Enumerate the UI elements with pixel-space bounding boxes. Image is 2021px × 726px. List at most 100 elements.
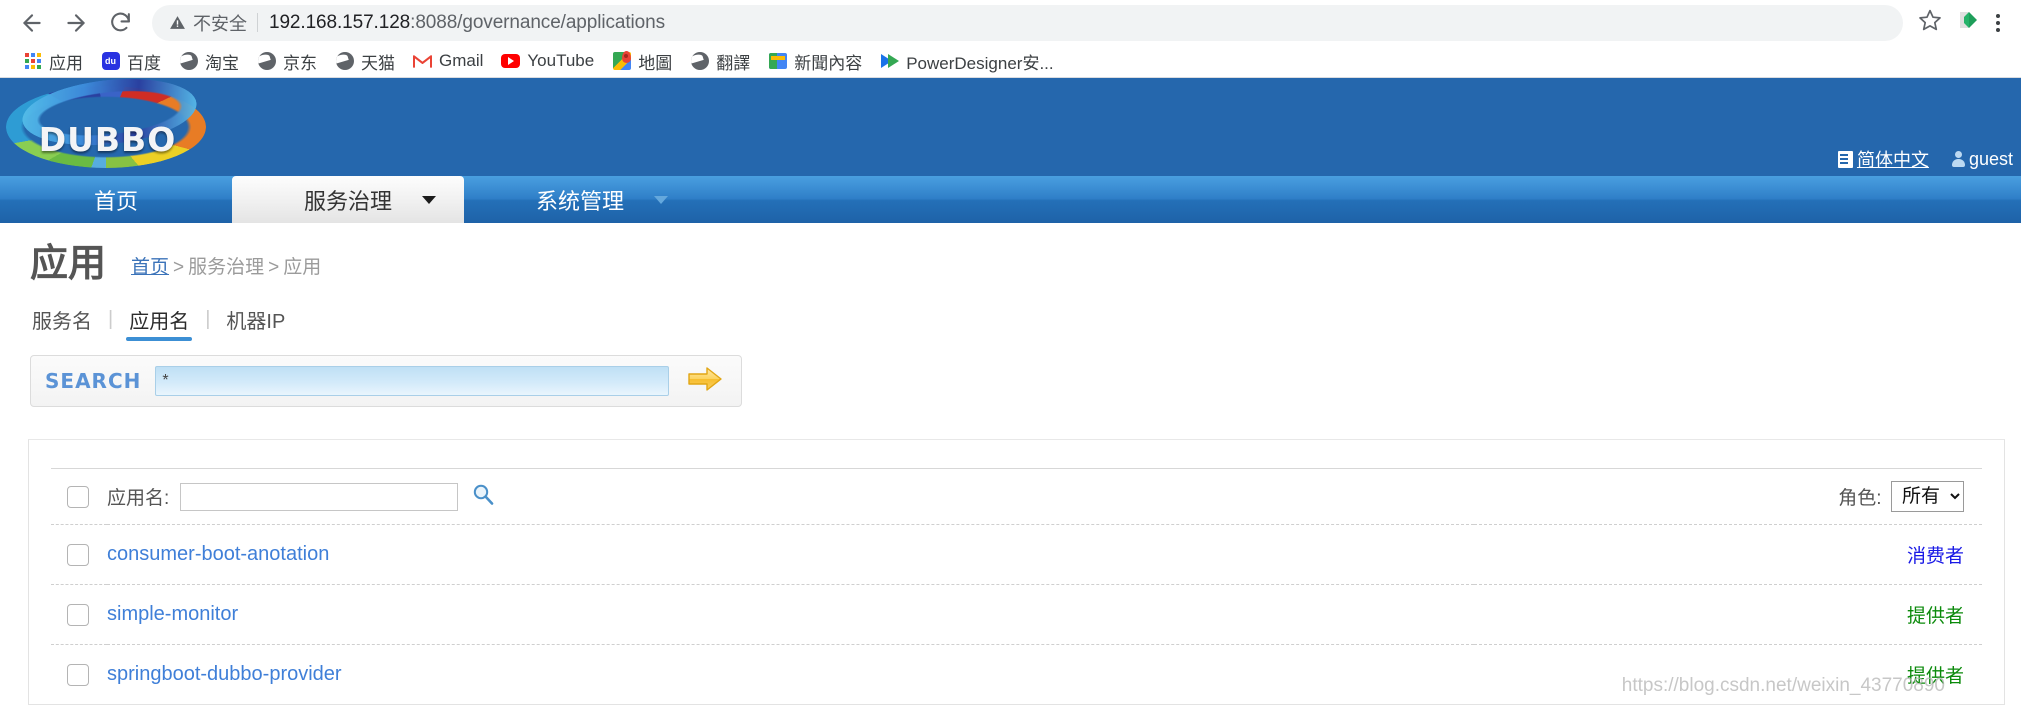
table-header-checkbox-cell	[51, 468, 107, 525]
row-checkbox-cell	[51, 524, 107, 585]
bookmark-label: 百度	[127, 53, 161, 73]
subtab-label: 服务名	[32, 311, 92, 333]
search-input[interactable]	[155, 366, 669, 396]
address-bar[interactable]: 不安全 192.168.157.128:8088/governance/appl…	[152, 4, 1903, 41]
page-header: 应用 首页 > 服务治理 > 应用	[0, 223, 2021, 283]
nav-tab-home[interactable]: 首页	[0, 176, 232, 223]
baidu-icon: du	[101, 52, 120, 71]
bookmark-powerdesigner[interactable]: PowerDesigner安...	[871, 47, 1062, 75]
application-link[interactable]: consumer-boot-anotation	[107, 543, 329, 565]
search-panel: SEARCH	[30, 355, 742, 407]
logo-text: DUBBO	[38, 120, 177, 159]
address-bar-divider	[257, 13, 258, 32]
subtab-machine-ip[interactable]: 机器IP	[212, 305, 299, 341]
role-badge: 提供者	[1906, 606, 1964, 627]
nav-tab-service-governance[interactable]: 服务治理	[232, 176, 464, 223]
row-role-cell: 提供者	[1474, 584, 1982, 645]
row-checkbox[interactable]	[67, 543, 89, 566]
forward-button[interactable]	[54, 1, 98, 45]
bookmark-label: 淘宝	[205, 53, 239, 73]
breadcrumb: 首页 > 服务治理 > 应用	[131, 252, 321, 283]
row-name-cell: simple-monitor	[107, 584, 1475, 645]
subtab-service-name[interactable]: 服务名	[30, 305, 106, 341]
applications-table: 应用名: 角色: 所有 consumer-boot-anotation 消费者 …	[51, 468, 1982, 704]
bookmark-taobao[interactable]: 淘宝	[170, 47, 248, 75]
application-link[interactable]: springboot-dubbo-provider	[107, 663, 342, 685]
main-navigation: 首页 服务治理 系统管理	[0, 176, 2021, 223]
magnifier-icon[interactable]	[472, 483, 494, 510]
chevron-down-icon	[654, 195, 668, 204]
table-row[interactable]: springboot-dubbo-provider 提供者	[51, 645, 1982, 705]
bookmark-apps[interactable]: 应用	[14, 47, 92, 75]
user-name-label: guest	[1968, 148, 2013, 169]
bookmark-label: YouTube	[527, 51, 595, 70]
dubbo-logo[interactable]: DUBBO	[0, 78, 215, 176]
banner-right-controls: 简体中文 guest	[1837, 146, 2013, 172]
gmail-icon	[413, 52, 432, 71]
nav-tab-label: 服务治理	[303, 188, 392, 214]
reload-button[interactable]	[98, 1, 142, 45]
bookmarks-bar: 应用 du 百度 淘宝 京东 天猫 Gmail YouTube 地圖 翻譯 新聞…	[0, 45, 2021, 77]
table-row[interactable]: consumer-boot-anotation 消费者	[51, 524, 1982, 585]
language-label: 简体中文	[1856, 150, 1929, 170]
bookmark-maps[interactable]: 地圖	[603, 47, 681, 75]
breadcrumb-home-link[interactable]: 首页	[131, 257, 169, 278]
bookmark-label: PowerDesigner安...	[906, 53, 1054, 73]
bookmark-label: 天猫	[361, 53, 395, 73]
url-text: 192.168.157.128:8088/governance/applicat…	[269, 12, 665, 34]
subtab-label: 机器IP	[226, 311, 286, 333]
powerdesigner-icon	[880, 52, 899, 71]
chevron-down-icon	[422, 195, 436, 204]
back-button[interactable]	[10, 1, 54, 45]
security-status-label: 不安全	[193, 13, 247, 34]
bookmark-tmall[interactable]: 天猫	[326, 47, 404, 75]
bookmark-youtube[interactable]: YouTube	[492, 47, 603, 75]
reload-icon	[108, 10, 133, 35]
back-arrow-icon	[19, 10, 45, 36]
bookmark-jd[interactable]: 京东	[248, 47, 326, 75]
browser-chrome: 不安全 192.168.157.128:8088/governance/appl…	[0, 0, 2021, 78]
bookmark-label: 新聞內容	[794, 53, 863, 73]
bookmark-star-icon	[1918, 8, 1942, 37]
nav-tab-label: 系统管理	[535, 188, 624, 214]
user-avatar-icon	[1951, 151, 1966, 167]
google-maps-icon	[612, 51, 631, 71]
site-banner: DUBBO 简体中文 guest	[0, 78, 2021, 176]
bookmark-star-button[interactable]	[1909, 5, 1951, 41]
select-all-checkbox[interactable]	[67, 485, 89, 508]
globe-icon	[690, 52, 709, 71]
search-label: SEARCH	[45, 369, 142, 393]
subtab-label: 应用名	[129, 311, 190, 333]
application-link[interactable]: simple-monitor	[107, 603, 238, 625]
table-header-role-cell: 角色: 所有	[1474, 468, 1982, 525]
row-checkbox[interactable]	[67, 663, 89, 686]
language-switch-link[interactable]: 简体中文	[1837, 146, 1929, 172]
globe-icon	[257, 52, 276, 71]
breadcrumb-middle: 服务治理	[188, 257, 265, 278]
bookmark-news[interactable]: 新聞內容	[759, 47, 871, 75]
bookmark-label: 地圖	[638, 53, 673, 73]
current-user[interactable]: guest	[1951, 149, 2013, 170]
filter-name-label: 应用名:	[107, 488, 170, 509]
nav-tab-system-management[interactable]: 系统管理	[464, 176, 696, 223]
row-checkbox-cell	[51, 584, 107, 645]
language-page-icon	[1837, 150, 1853, 168]
search-submit-button[interactable]	[683, 364, 727, 398]
table-row[interactable]: simple-monitor 提供者	[51, 584, 1982, 645]
extension-button[interactable]	[1951, 5, 1985, 41]
browser-menu-button[interactable]	[1985, 5, 2011, 41]
bookmark-gmail[interactable]: Gmail	[404, 47, 492, 75]
bookmark-baidu[interactable]: du 百度	[92, 47, 170, 75]
menu-dot	[1996, 27, 2000, 32]
row-checkbox-cell	[51, 645, 107, 705]
bookmark-translate[interactable]: 翻譯	[681, 47, 759, 75]
role-filter-select[interactable]: 所有	[1891, 481, 1964, 512]
apps-grid-icon	[23, 52, 42, 71]
subtab-separator: |	[108, 308, 114, 330]
table-header-row: 应用名: 角色: 所有	[51, 468, 1982, 525]
browser-toolbar: 不安全 192.168.157.128:8088/governance/appl…	[0, 0, 2021, 45]
row-checkbox[interactable]	[67, 603, 89, 626]
filter-name-input[interactable]	[179, 482, 458, 511]
applications-table-panel: 应用名: 角色: 所有 consumer-boot-anotation 消费者 …	[28, 439, 2005, 705]
subtab-application-name[interactable]: 应用名	[115, 305, 203, 341]
